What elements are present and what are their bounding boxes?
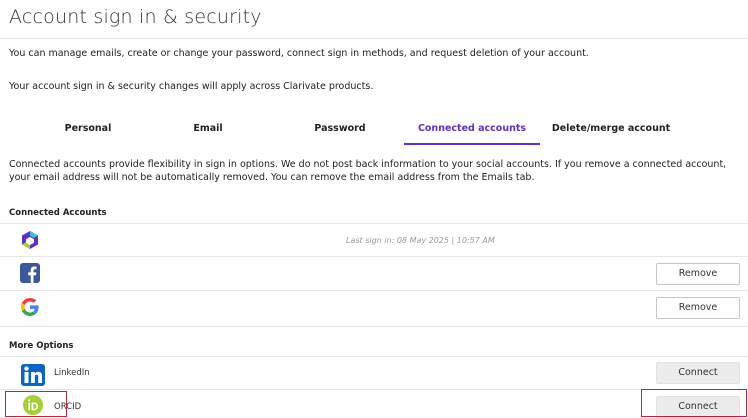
- title-divider: [0, 38, 748, 39]
- orcid-highlight-box: [5, 391, 67, 417]
- tab-connected-accounts[interactable]: Connected accounts: [404, 119, 540, 145]
- row-divider: [0, 290, 748, 291]
- facebook-remove-button[interactable]: Remove: [656, 263, 740, 285]
- orcid-connect-highlight-box: [641, 389, 747, 417]
- tab-personal[interactable]: Personal: [52, 119, 124, 145]
- facebook-icon: [20, 263, 40, 283]
- tab-delete-merge-account[interactable]: Delete/merge account: [546, 119, 676, 145]
- clarivate-icon: [22, 231, 38, 249]
- google-icon: [21, 298, 39, 316]
- google-remove-button[interactable]: Remove: [656, 297, 740, 319]
- tab-password[interactable]: Password: [300, 119, 380, 145]
- connected-description: Connected accounts provide flexibility i…: [9, 159, 727, 183]
- row-divider: [0, 256, 748, 257]
- tab-email[interactable]: Email: [178, 119, 238, 145]
- last-sign-in-text: Last sign in: 08 May 2025 | 10:57 AM: [346, 236, 495, 245]
- row-divider: [0, 389, 748, 390]
- row-divider: [0, 356, 748, 357]
- intro-text: You can manage emails, create or change …: [9, 48, 589, 59]
- row-divider: [0, 223, 748, 224]
- linkedin-icon: [21, 364, 45, 386]
- tab-bar: Personal Email Password Connected accoun…: [0, 119, 748, 145]
- page-title: Account sign in & security: [9, 6, 262, 28]
- connected-accounts-heading: Connected Accounts: [9, 208, 107, 218]
- linkedin-connect-button[interactable]: Connect: [656, 362, 740, 384]
- more-options-heading: More Options: [9, 341, 74, 351]
- note-text: Your account sign in & security changes …: [9, 81, 374, 92]
- row-divider: [0, 326, 748, 327]
- linkedin-label: LinkedIn: [54, 368, 90, 378]
